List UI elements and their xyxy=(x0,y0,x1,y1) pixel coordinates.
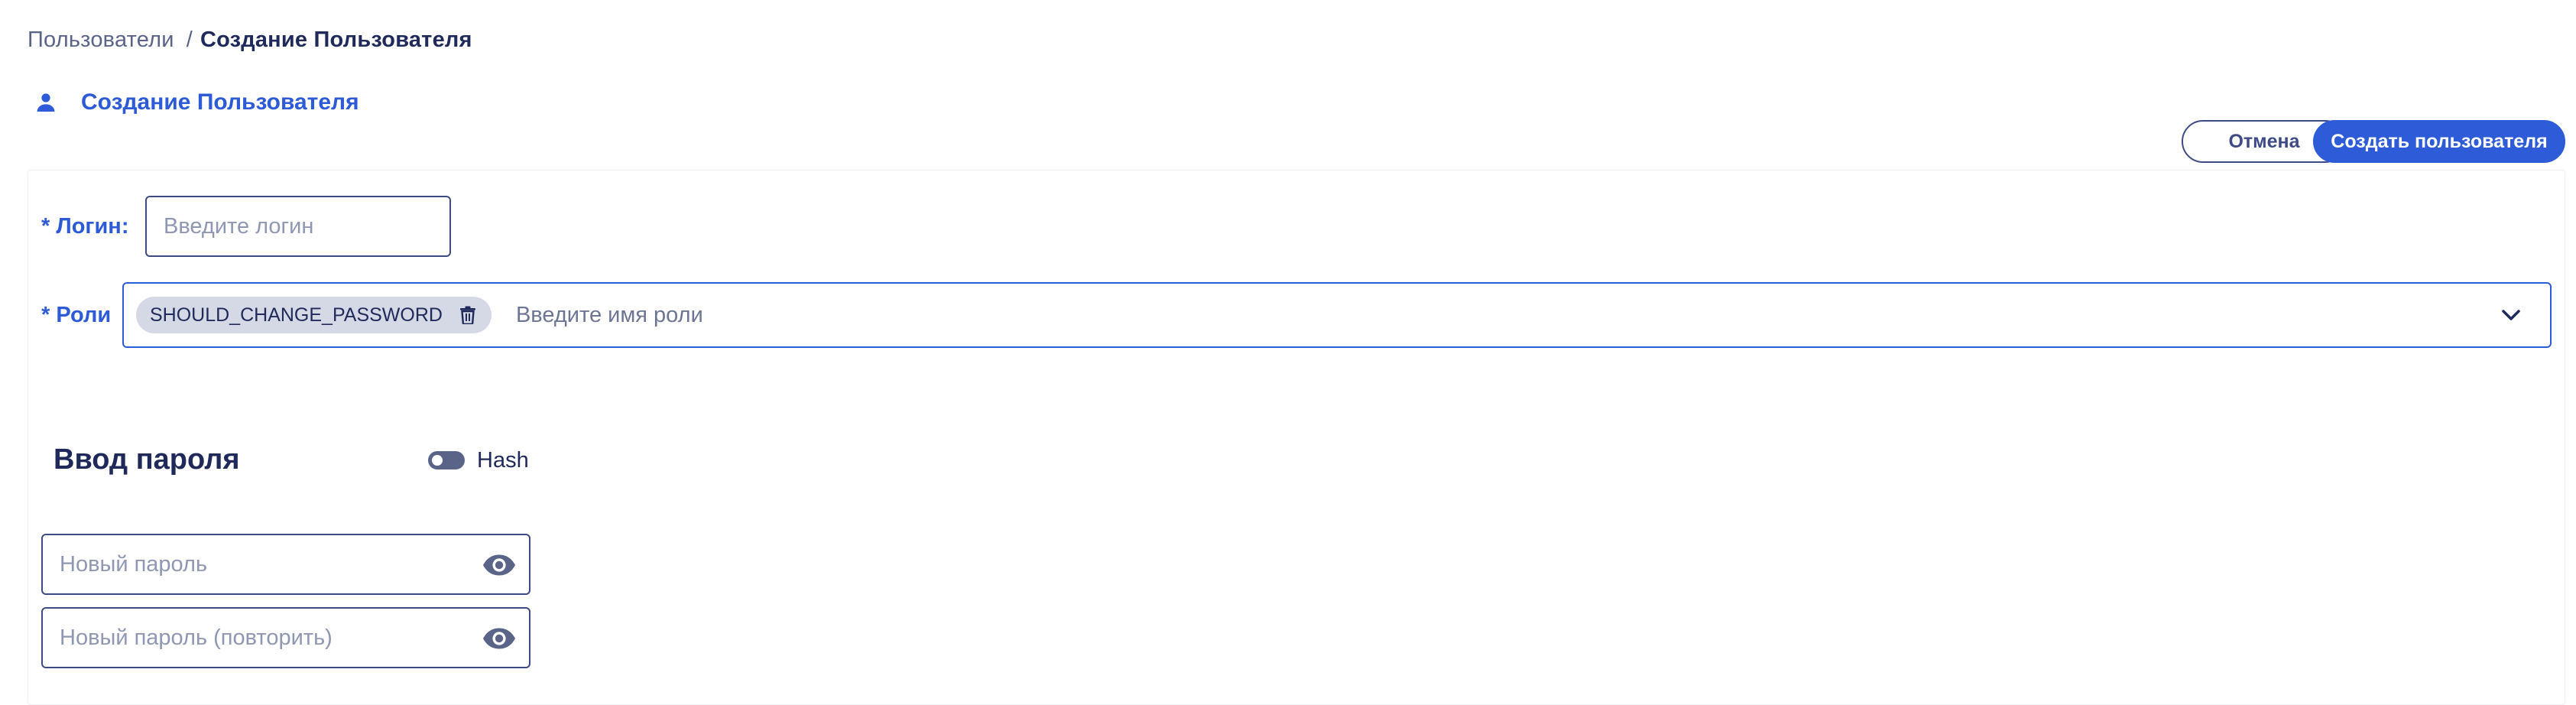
roles-search-input[interactable] xyxy=(514,301,2505,329)
eye-icon[interactable] xyxy=(482,627,517,650)
trash-icon[interactable] xyxy=(459,306,476,324)
roles-label: * Роли xyxy=(41,302,112,327)
roles-select[interactable]: SHOULD_CHANGE_PASSWORD xyxy=(122,282,2552,348)
new-password-field xyxy=(41,534,530,595)
hash-label: Hash xyxy=(477,447,529,473)
repeat-password-field xyxy=(41,607,530,668)
login-input[interactable] xyxy=(145,196,451,257)
repeat-password-input[interactable] xyxy=(43,624,459,651)
page-title: Создание Пользователя xyxy=(34,86,359,119)
eye-icon[interactable] xyxy=(482,554,517,577)
role-chip: SHOULD_CHANGE_PASSWORD xyxy=(136,297,492,333)
breadcrumb-separator: / xyxy=(186,27,193,52)
breadcrumb: Пользователи / Создание Пользователя xyxy=(28,24,472,55)
role-chip-label: SHOULD_CHANGE_PASSWORD xyxy=(150,304,443,326)
breadcrumb-link-users[interactable]: Пользователи xyxy=(28,28,174,53)
new-password-input[interactable] xyxy=(43,551,459,578)
page-title-text: Создание Пользователя xyxy=(81,89,359,115)
breadcrumb-current: Создание Пользователя xyxy=(200,27,472,52)
password-section-title: Ввод пароля xyxy=(54,443,240,476)
chevron-down-icon[interactable] xyxy=(2500,304,2522,327)
login-label: * Логин: xyxy=(41,213,129,239)
user-icon xyxy=(37,93,55,112)
create-user-button[interactable]: Создать пользователя xyxy=(2313,120,2565,163)
hash-toggle[interactable]: Hash xyxy=(428,445,529,476)
hash-switch-knob xyxy=(432,455,443,466)
hash-switch[interactable] xyxy=(428,451,465,469)
